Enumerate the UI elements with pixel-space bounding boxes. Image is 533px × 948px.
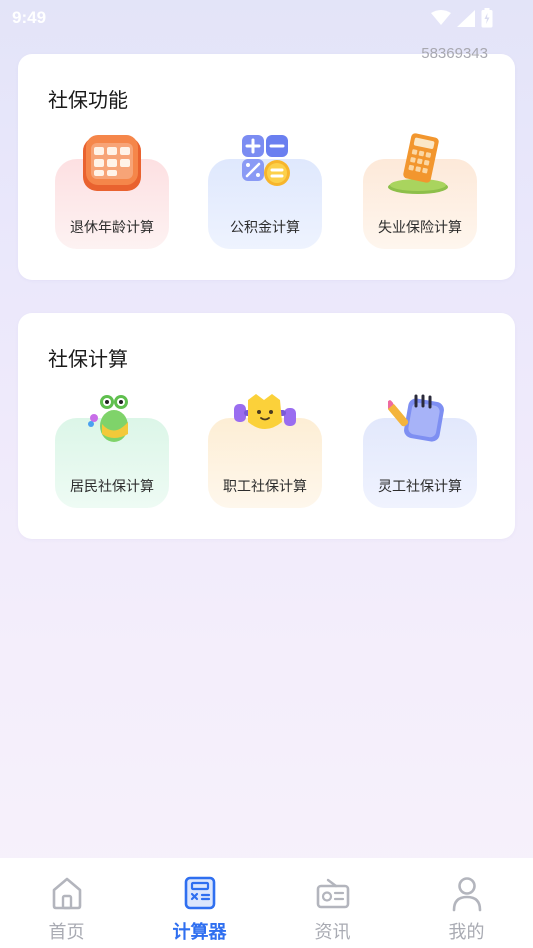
tab-news[interactable]: 资讯 [266, 858, 399, 948]
section-card-functions: 社保功能 退休年龄计算 公积金计算 失业保险计算 [18, 54, 515, 280]
tile-label: 灵工社保计算 [378, 479, 462, 495]
tab-label: 首页 [48, 922, 85, 943]
desk-calculator-icon [388, 133, 448, 194]
status-time: 9:49 [12, 8, 47, 27]
flexible-worker-social-insurance-calc-button[interactable]: 灵工社保计算 [363, 394, 477, 508]
retirement-age-calc-button[interactable]: 退休年龄计算 [55, 135, 169, 249]
housing-fund-calc-button[interactable]: 公积金计算 [208, 135, 322, 249]
tile-label: 公积金计算 [230, 220, 300, 236]
notepad-icon [388, 394, 444, 442]
tab-label: 计算器 [172, 922, 227, 943]
tab-label: 资讯 [314, 922, 351, 943]
battery-icon [481, 8, 493, 28]
tile-label: 退休年龄计算 [70, 220, 154, 236]
unemployment-insurance-calc-button[interactable]: 失业保险计算 [363, 133, 477, 249]
employee-social-insurance-calc-button[interactable]: 职工社保计算 [208, 394, 322, 508]
home-icon [52, 877, 81, 910]
tile-label: 居民社保计算 [70, 479, 154, 495]
calculator-tab-icon [184, 876, 215, 910]
tab-home[interactable]: 首页 [0, 858, 133, 948]
calendar-icon [83, 135, 141, 191]
watermark-text: 58369343 [421, 45, 488, 62]
tile-label: 失业保险计算 [378, 220, 462, 236]
calculator-icon [242, 135, 290, 186]
status-bar: 9:49 [0, 0, 533, 36]
radio-icon [316, 878, 349, 909]
wifi-icon [431, 10, 451, 25]
tab-label: 我的 [448, 922, 485, 943]
signal-icon [457, 9, 475, 27]
tab-profile[interactable]: 我的 [400, 858, 533, 948]
bottom-tab-bar: 首页 计算器 资讯 我的 [0, 858, 533, 948]
tile-label: 职工社保计算 [223, 479, 307, 495]
tab-calculator[interactable]: 计算器 [133, 858, 266, 948]
status-icons [431, 8, 521, 28]
section-card-calculations: 社保计算 居民社保计算 职工社保计算 灵工社保计算 [18, 313, 515, 539]
dumbbell-mascot-icon [234, 394, 296, 429]
section-title: 社保功能 [48, 88, 128, 112]
resident-social-insurance-calc-button[interactable]: 居民社保计算 [55, 395, 169, 508]
frog-mascot-icon [88, 395, 128, 442]
section-title: 社保计算 [48, 347, 128, 371]
person-icon [452, 877, 481, 912]
